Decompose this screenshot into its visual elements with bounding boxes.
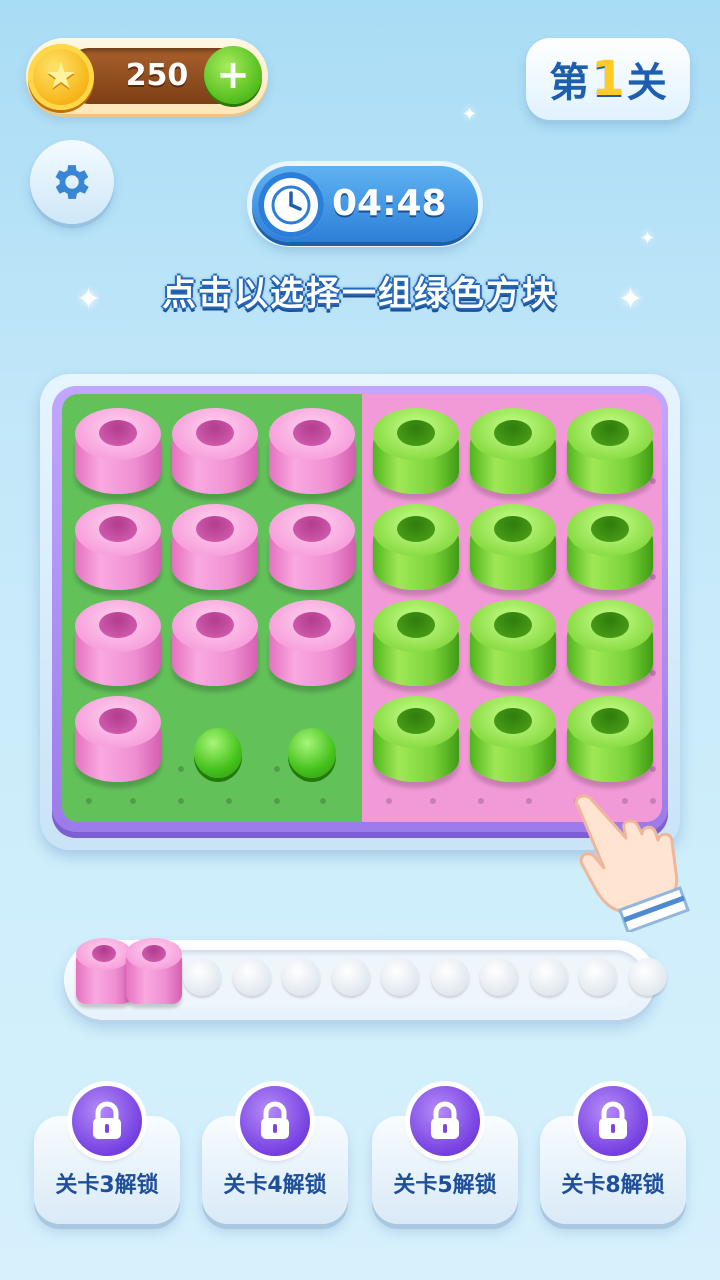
unlock-level-button[interactable]: 关卡3解锁 [34, 1086, 180, 1224]
unlock-level-button[interactable]: 关卡5解锁 [372, 1086, 518, 1224]
unlock-level-label: 关卡5解锁 [393, 1173, 497, 1198]
unlock-buttons: 关卡3解锁 关卡4解锁 关卡5解锁 关卡8解锁 [0, 0, 720, 1280]
unlock-level-button[interactable]: 关卡4解锁 [202, 1086, 348, 1224]
lock-icon [72, 1086, 142, 1156]
unlock-level-label: 关卡3解锁 [55, 1173, 159, 1198]
lock-icon [410, 1086, 480, 1156]
lock-icon [240, 1086, 310, 1156]
lock-icon [578, 1086, 648, 1156]
unlock-level-label: 关卡4解锁 [223, 1173, 327, 1198]
unlock-level-button[interactable]: 关卡8解锁 [540, 1086, 686, 1224]
unlock-level-label: 关卡8解锁 [561, 1173, 665, 1198]
